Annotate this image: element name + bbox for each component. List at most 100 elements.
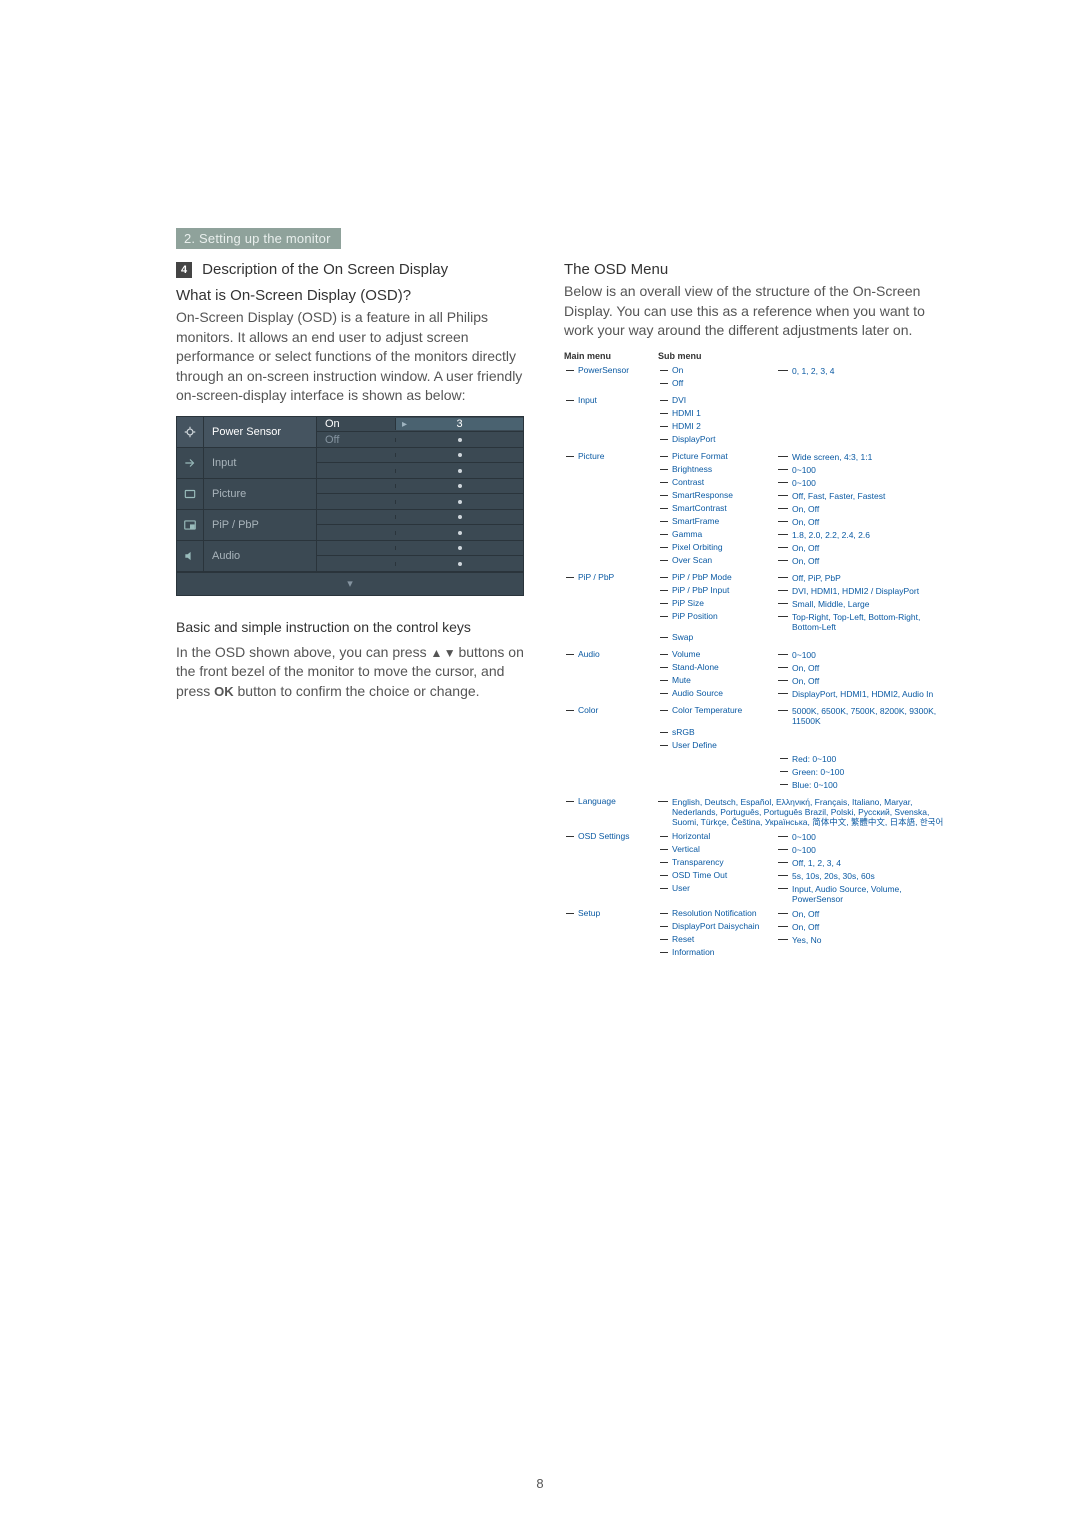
osd-tree: PowerSensor On 0, 1, 2, 3, 4 Off Input DVI HDM…	[564, 365, 944, 961]
tree-sub-item: Picture Format	[672, 451, 778, 461]
tree-value: Input, Audio Source, Volume, PowerSensor	[792, 883, 944, 904]
tree-sub-item: OSD Time Out	[672, 870, 778, 880]
tree-main-item: OSD Settings	[578, 831, 658, 841]
osd-more-indicator[interactable]: ▾	[177, 572, 523, 595]
tree-value: 5s, 10s, 20s, 30s, 60s	[792, 870, 944, 881]
osd-item-power-sensor[interactable]: Power Sensor	[204, 417, 317, 447]
tree-sub-item: User Define	[672, 740, 778, 750]
tree-main-item: Color	[578, 705, 658, 715]
input-icon	[177, 448, 204, 478]
tree-sub-item: PiP Size	[672, 598, 778, 608]
tree-value: 0~100	[792, 464, 944, 475]
tree-sub-item: Mute	[672, 675, 778, 685]
tree-value: Off, PiP, PbP	[792, 572, 944, 583]
tree-value: Off, Fast, Faster, Fastest	[792, 490, 944, 501]
tree-sub-item: User	[672, 883, 778, 893]
tree-value: English, Deutsch, Español, Ελληνική, Fra…	[672, 796, 944, 828]
tree-value: Off, 1, 2, 3, 4	[792, 857, 944, 868]
osd-sub-on[interactable]: On	[317, 418, 395, 430]
tree-main-item: Input	[578, 395, 658, 405]
tree-value: On, Off	[792, 675, 944, 686]
tree-sub-item: SmartContrast	[672, 503, 778, 513]
tree-sub-item: PiP / PbP Input	[672, 585, 778, 595]
tree-main-item: Setup	[578, 908, 658, 918]
tree-sub-item: PiP / PbP Mode	[672, 572, 778, 582]
keys-body: In the OSD shown above, you can press ▲ …	[176, 643, 530, 702]
tree-value: On, Off	[792, 908, 944, 919]
tree-sub-item: DVI	[672, 395, 778, 405]
tree-value: On, Off	[792, 662, 944, 673]
tree-sub-item: Off	[672, 378, 778, 388]
tree-main-item: PiP / PbP	[578, 572, 658, 582]
tree-value: DVI, HDMI1, HDMI2 / DisplayPort	[792, 585, 944, 596]
tree-main-item: Audio	[578, 649, 658, 659]
tree-sub-item: Gamma	[672, 529, 778, 539]
tree-sub-item: Brightness	[672, 464, 778, 474]
tree-sub-item: Vertical	[672, 844, 778, 854]
tree-sub-item: DisplayPort	[672, 434, 778, 444]
tree-value: Top-Right, Top-Left, Bottom-Right, Botto…	[792, 611, 944, 632]
tree-header-sub: Sub menu	[658, 351, 702, 361]
tree-sub-item: Information	[672, 947, 778, 957]
tree-value: 0, 1, 2, 3, 4	[792, 365, 944, 376]
osd-value-3[interactable]: ▸3	[395, 418, 523, 430]
tree-sub-item: Reset	[672, 934, 778, 944]
tree-header-main: Main menu	[564, 351, 658, 361]
tree-sub-item: Resolution Notification	[672, 908, 778, 918]
up-down-icon: ▲ ▼	[430, 646, 454, 660]
tree-main-item: Picture	[578, 451, 658, 461]
tree-value: 0~100	[792, 477, 944, 488]
tree-value: 0~100	[792, 649, 944, 660]
tree-value: On, Off	[792, 542, 944, 553]
tree-sub-item: sRGB	[672, 727, 778, 737]
tree-value: On, Off	[792, 516, 944, 527]
tree-value: On, Off	[792, 555, 944, 566]
keys-heading: Basic and simple instruction on the cont…	[176, 618, 530, 637]
picture-icon	[177, 479, 204, 509]
ok-key: OK	[214, 684, 234, 699]
tree-sub-item: On	[672, 365, 778, 375]
tree-nested: Blue: 0~100	[792, 779, 944, 790]
osd-item-audio[interactable]: Audio	[204, 541, 317, 571]
tree-value: Yes, No	[792, 934, 944, 945]
section-number-badge: 4	[176, 262, 192, 278]
tree-value: On, Off	[792, 503, 944, 514]
osd-item-pip[interactable]: PiP / PbP	[204, 510, 317, 540]
tree-value: Wide screen, 4:3, 1:1	[792, 451, 944, 462]
tree-sub-item: Color Temperature	[672, 705, 778, 715]
page-number: 8	[0, 1476, 1080, 1491]
osd-sub-off[interactable]: Off	[317, 434, 395, 446]
tree-nested: Red: 0~100	[792, 753, 944, 764]
tree-sub-item: Swap	[672, 632, 778, 642]
osd-item-input[interactable]: Input	[204, 448, 317, 478]
tree-sub-item: SmartFrame	[672, 516, 778, 526]
osd-item-picture[interactable]: Picture	[204, 479, 317, 509]
osd-mockup: Power Sensor On ▸3 Off	[176, 416, 524, 596]
tree-header: Main menu Sub menu	[564, 351, 944, 361]
tree-main-item: Language	[578, 796, 658, 806]
tree-sub-item: Pixel Orbiting	[672, 542, 778, 552]
tree-value: 0~100	[792, 844, 944, 855]
tree-sub-item: Stand-Alone	[672, 662, 778, 672]
tree-value: DisplayPort, HDMI1, HDMI2, Audio In	[792, 688, 944, 699]
section-title: Description of the On Screen Display	[202, 261, 448, 278]
tree-sub-item: HDMI 2	[672, 421, 778, 431]
tree-sub-item: Volume	[672, 649, 778, 659]
tree-value: Small, Middle, Large	[792, 598, 944, 609]
tree-main-item: PowerSensor	[578, 365, 658, 375]
tree-value: On, Off	[792, 921, 944, 932]
what-heading: What is On-Screen Display (OSD)?	[176, 287, 530, 304]
tree-nested: Green: 0~100	[792, 766, 944, 777]
audio-icon	[177, 541, 204, 571]
tree-sub-item: HDMI 1	[672, 408, 778, 418]
chapter-tag: 2. Setting up the monitor	[176, 228, 341, 249]
pip-icon	[177, 510, 204, 540]
tree-sub-item: SmartResponse	[672, 490, 778, 500]
chevron-right-icon: ▸	[402, 419, 407, 430]
tree-value: 0~100	[792, 831, 944, 842]
tree-sub-item: Over Scan	[672, 555, 778, 565]
tree-sub-item: Transparency	[672, 857, 778, 867]
tree-value: 5000K, 6500K, 7500K, 8200K, 9300K, 11500…	[792, 705, 944, 726]
osd-value-dot	[395, 438, 523, 442]
tree-sub-item: Contrast	[672, 477, 778, 487]
